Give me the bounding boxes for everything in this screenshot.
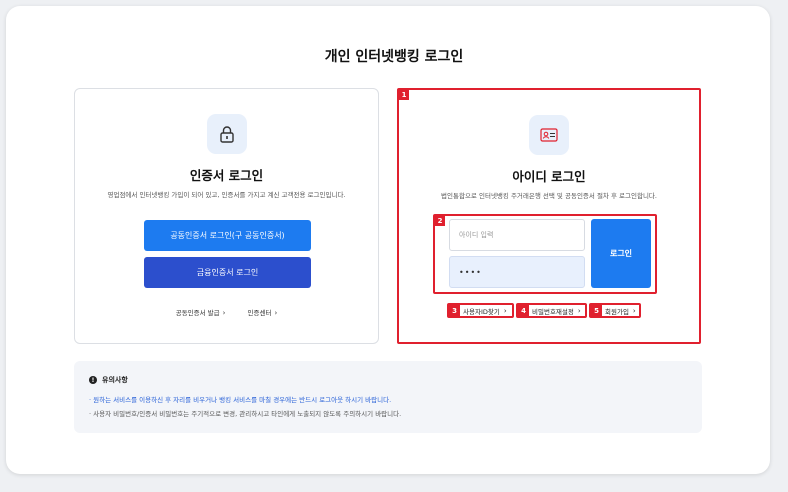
- chevron-right-icon: ›: [503, 306, 507, 315]
- chevron-right-icon: ›: [222, 309, 226, 317]
- cert-login-title: 인증서 로그인: [189, 168, 264, 183]
- reset-password-link[interactable]: 4 비밀번호재설정 ›: [516, 303, 587, 318]
- notice-box: ! 유의사항 · 원하는 서비스를 이용하신 후 자리를 비우거나 뱅킹 서비스…: [74, 361, 702, 433]
- lock-icon: [206, 114, 247, 154]
- cert-issue-link[interactable]: 공동인증서 발급 ›: [176, 309, 226, 317]
- info-icon: !: [89, 376, 97, 384]
- notice-item: · 사용자 비밀번호/인증서 비밀번호는 주기적으로 변경, 관리하시고 타인에…: [89, 410, 402, 418]
- cert-links: 공동인증서 발급 › 인증센터 ›: [75, 307, 378, 317]
- cert-login-description: 영업점에서 인터넷뱅킹 가입이 되어 있고, 인증서를 가지고 계신 고객전용 …: [107, 191, 346, 199]
- id-login-description: 법인통합으로 인터넷뱅킹 주거래은행 선택 및 공동인증서 절차 후 로그인합니…: [441, 192, 657, 200]
- notice-item: · 원하는 서비스를 이용하신 후 자리를 비우거나 뱅킹 서비스를 마칠 경우…: [89, 396, 392, 404]
- annotation-badge-4: 4: [518, 305, 529, 316]
- chevron-right-icon: ›: [274, 309, 278, 317]
- id-login-title: 아이디 로그인: [512, 169, 586, 184]
- chevron-right-icon: ›: [632, 306, 636, 315]
- financial-cert-login-button[interactable]: 금융인증서 로그인: [144, 257, 311, 288]
- sign-up-link[interactable]: 5 회원가입 ›: [589, 303, 641, 318]
- password-input[interactable]: ••••: [449, 256, 585, 288]
- page-title: 개인 인터넷뱅킹 로그인: [324, 49, 464, 65]
- cert-center-link[interactable]: 인증센터 ›: [248, 309, 278, 317]
- annotation-badge-1: 1: [399, 90, 409, 100]
- chevron-right-icon: ›: [577, 306, 581, 315]
- annotation-badge-2: 2: [435, 216, 445, 226]
- find-user-id-link[interactable]: 3 사용자ID찾기 ›: [447, 303, 514, 318]
- annotation-badge-5: 5: [591, 305, 602, 316]
- notice-title: ! 유의사항: [89, 375, 128, 385]
- public-cert-login-button[interactable]: 공동인증서 로그인(구 공동인증서): [144, 220, 311, 251]
- login-button[interactable]: 로그인: [591, 219, 651, 288]
- id-card-icon: [529, 115, 569, 155]
- cert-login-panel: 인증서 로그인 영업점에서 인터넷뱅킹 가입이 되어 있고, 인증서를 가지고 …: [74, 88, 379, 344]
- annotation-badge-3: 3: [449, 305, 460, 316]
- id-input[interactable]: 아이디 입력: [449, 219, 585, 251]
